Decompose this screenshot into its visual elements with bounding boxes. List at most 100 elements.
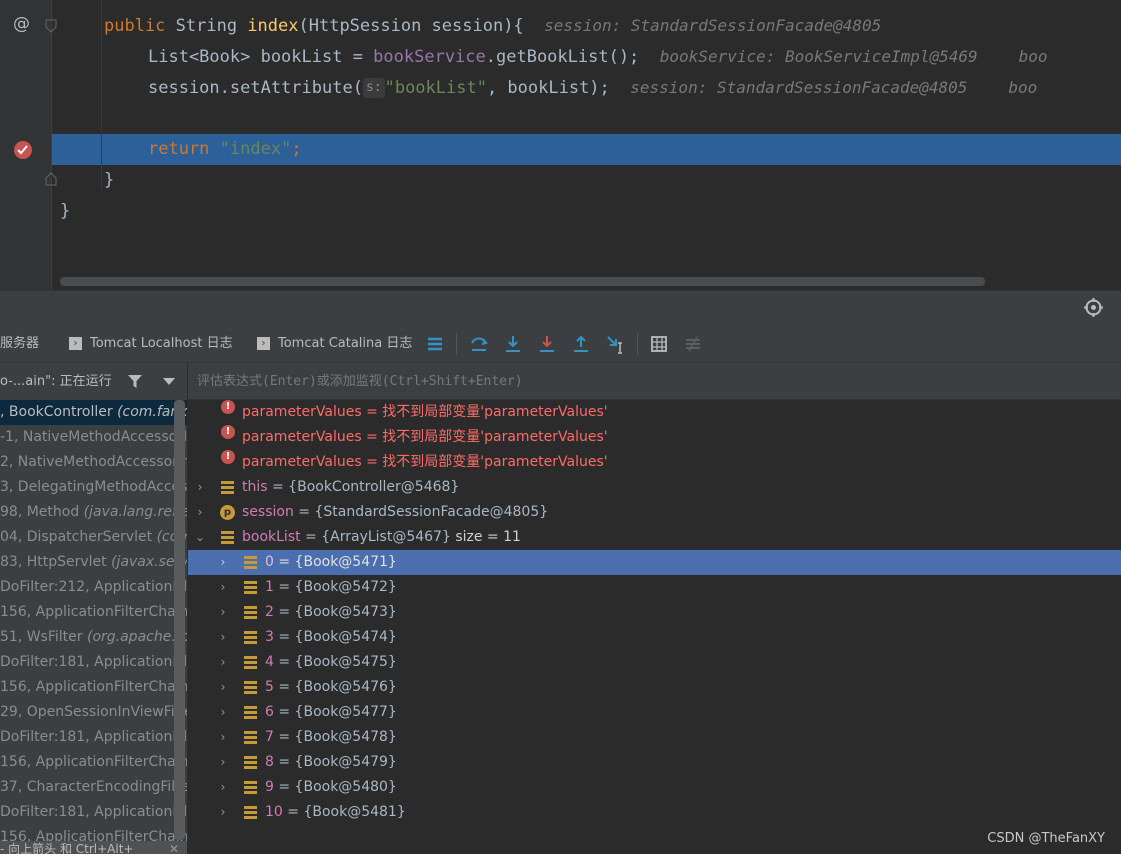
stack-frame[interactable]: DoFilter:181, ApplicationFilte (0, 725, 187, 750)
variable-element[interactable]: › 10 = {Book@5481} (188, 800, 1121, 825)
stack-frame[interactable]: 98, Method (java.lang.reflect (0, 500, 187, 525)
editor-gutter[interactable]: @ (0, 0, 57, 290)
code-line-6[interactable]: } (104, 165, 114, 196)
code-line-2[interactable]: List<Book> bookList = bookService.getBoo… (148, 41, 1048, 72)
tab-server[interactable]: 服务器 (0, 325, 39, 362)
field-icon (221, 531, 234, 544)
stack-frame[interactable]: 156, ApplicationFilterChain (0, 750, 187, 775)
chevron-right-icon[interactable]: › (217, 725, 229, 750)
stack-frame[interactable]: 3, DelegatingMethodAccess (0, 475, 187, 500)
thread-label: o-...ain": 正在运行 (0, 374, 112, 389)
stack-frame[interactable]: 2, NativeMethodAccessorIm (0, 450, 187, 475)
menu-icon[interactable] (425, 334, 445, 354)
variable-element[interactable]: › 1 = {Book@5472} (188, 575, 1121, 600)
variable-error[interactable]: ! parameterValues = 找不到局部变量'parameterValu… (188, 400, 1121, 425)
field-icon (244, 706, 257, 719)
variable-element[interactable]: › 8 = {Book@5479} (188, 750, 1121, 775)
chevron-right-icon[interactable]: › (217, 750, 229, 775)
stack-frame[interactable]: , BookController (com.fanxy (0, 400, 187, 425)
run-to-cursor-icon[interactable] (605, 334, 625, 354)
parameter-icon: p (220, 505, 235, 520)
evaluate-expression-icon[interactable] (649, 334, 669, 354)
field-icon (244, 756, 257, 769)
field-icon (244, 806, 257, 819)
variable-element[interactable]: › 4 = {Book@5475} (188, 650, 1121, 675)
field-icon (244, 731, 257, 744)
variable-element[interactable]: › 3 = {Book@5474} (188, 625, 1121, 650)
stack-frame[interactable]: DoFilter:181, ApplicationFilte (0, 650, 187, 675)
string-literal: "index" (209, 139, 292, 159)
variable-booklist[interactable]: ⌄ bookList = {ArrayList@5467} size = 11 (188, 525, 1121, 550)
chevron-right-icon[interactable]: › (217, 600, 229, 625)
stack-frame[interactable]: -1, NativeMethodAccessorIm (0, 425, 187, 450)
fold-icon[interactable] (45, 19, 57, 33)
console-icon: › (257, 337, 270, 350)
chevron-right-icon[interactable]: › (217, 650, 229, 675)
evaluate-expression-input[interactable]: 评估表达式(Enter)或添加监视(Ctrl+Shift+Enter) (188, 363, 1121, 400)
chevron-right-icon[interactable]: › (217, 575, 229, 600)
field-icon (244, 581, 257, 594)
tab-tomcat-catalina[interactable]: › Tomcat Catalina 日志 (257, 325, 412, 362)
inline-value-hint: bookService: BookServiceImpl@5469 (659, 47, 978, 66)
stack-frame[interactable]: 156, ApplicationFilterChain (0, 675, 187, 700)
debug-panel-header (0, 290, 1121, 326)
chevron-right-icon[interactable]: › (194, 500, 206, 525)
stack-frame[interactable]: 29, OpenSessionInViewFilter (0, 700, 187, 725)
step-into-icon[interactable] (503, 334, 523, 354)
code-line-3[interactable]: session.setAttribute(s: "bookList", bookL… (148, 72, 1037, 103)
stack-frame[interactable]: 83, HttpServlet (javax.servlet (0, 550, 187, 575)
breakpoint-icon[interactable] (12, 139, 34, 161)
parameter-hint: s: (362, 78, 385, 98)
chevron-right-icon[interactable]: › (217, 550, 229, 575)
variable-error[interactable]: ! parameterValues = 找不到局部变量'parameterValu… (188, 450, 1121, 475)
stack-frame[interactable]: DoFilter:181, ApplicationFilte (0, 800, 187, 825)
chevron-right-icon[interactable]: › (217, 675, 229, 700)
force-step-into-icon[interactable] (537, 334, 557, 354)
step-out-icon[interactable] (571, 334, 591, 354)
frames-scrollbar[interactable] (174, 400, 185, 840)
code-line-1[interactable]: public String index(HttpSession session)… (104, 10, 881, 41)
code-editor[interactable]: @ public String index(HttpSession sessio… (0, 0, 1121, 290)
variable-element[interactable]: › 2 = {Book@5473} (188, 600, 1121, 625)
variable-this[interactable]: › this = {BookController@5468} (188, 475, 1121, 500)
variable-error[interactable]: ! parameterValues = 找不到局部变量'parameterValu… (188, 425, 1121, 450)
variable-element[interactable]: › 9 = {Book@5480} (188, 775, 1121, 800)
chevron-right-icon[interactable]: › (217, 625, 229, 650)
chevron-right-icon[interactable]: › (194, 475, 206, 500)
field-icon (244, 606, 257, 619)
variable-element[interactable]: › 6 = {Book@5477} (188, 700, 1121, 725)
thread-selector[interactable]: o-...ain": 正在运行 (0, 363, 187, 401)
step-over-icon[interactable] (469, 334, 489, 354)
frames-panel[interactable]: o-...ain": 正在运行 , BookController (com.fa… (0, 363, 188, 854)
filter-icon[interactable] (127, 374, 143, 389)
code-line-7[interactable]: } (60, 196, 70, 227)
variables-panel[interactable]: 评估表达式(Enter)或添加监视(Ctrl+Shift+Enter) ! par… (188, 363, 1121, 854)
call: session.setAttribute( (148, 78, 363, 98)
stack-frame[interactable]: 37, CharacterEncodingFilter (0, 775, 187, 800)
chevron-right-icon[interactable]: › (217, 700, 229, 725)
chevron-down-icon[interactable] (163, 378, 175, 386)
settings-gear-icon[interactable] (1084, 298, 1103, 317)
chevron-right-icon[interactable]: › (217, 775, 229, 800)
fold-end-icon[interactable] (45, 172, 57, 186)
semicolon: ; (291, 139, 302, 159)
variable-element[interactable]: › 5 = {Book@5476} (188, 675, 1121, 700)
horizontal-scrollbar[interactable] (60, 277, 985, 286)
watermark: CSDN @TheFanXY (987, 831, 1105, 846)
stack-frame[interactable]: 04, DispatcherServlet (com. (0, 525, 187, 550)
chevron-down-icon[interactable]: ⌄ (194, 525, 206, 550)
close-icon[interactable]: ✕ (169, 841, 179, 854)
variable-element[interactable]: › 7 = {Book@5478} (188, 725, 1121, 750)
variable-session[interactable]: › p session = {StandardSessionFacade@4805} (188, 500, 1121, 525)
args: , bookList); (486, 78, 610, 98)
annotation-icon[interactable]: @ (13, 14, 30, 34)
stack-frame[interactable]: DoFilter:212, ApplicationFilte (0, 575, 187, 600)
tab-tomcat-localhost[interactable]: › Tomcat Localhost 日志 (69, 325, 233, 362)
trace-stream-icon[interactable] (683, 334, 703, 354)
chevron-right-icon[interactable]: › (217, 800, 229, 825)
variable-element[interactable]: › 0 = {Book@5471} (188, 550, 1121, 575)
code-line-5[interactable]: return "index"; (148, 134, 302, 165)
stack-frame[interactable]: 156, ApplicationFilterChain (0, 600, 187, 625)
field-icon (244, 631, 257, 644)
stack-frame[interactable]: 51, WsFilter (org.apache.tom (0, 625, 187, 650)
